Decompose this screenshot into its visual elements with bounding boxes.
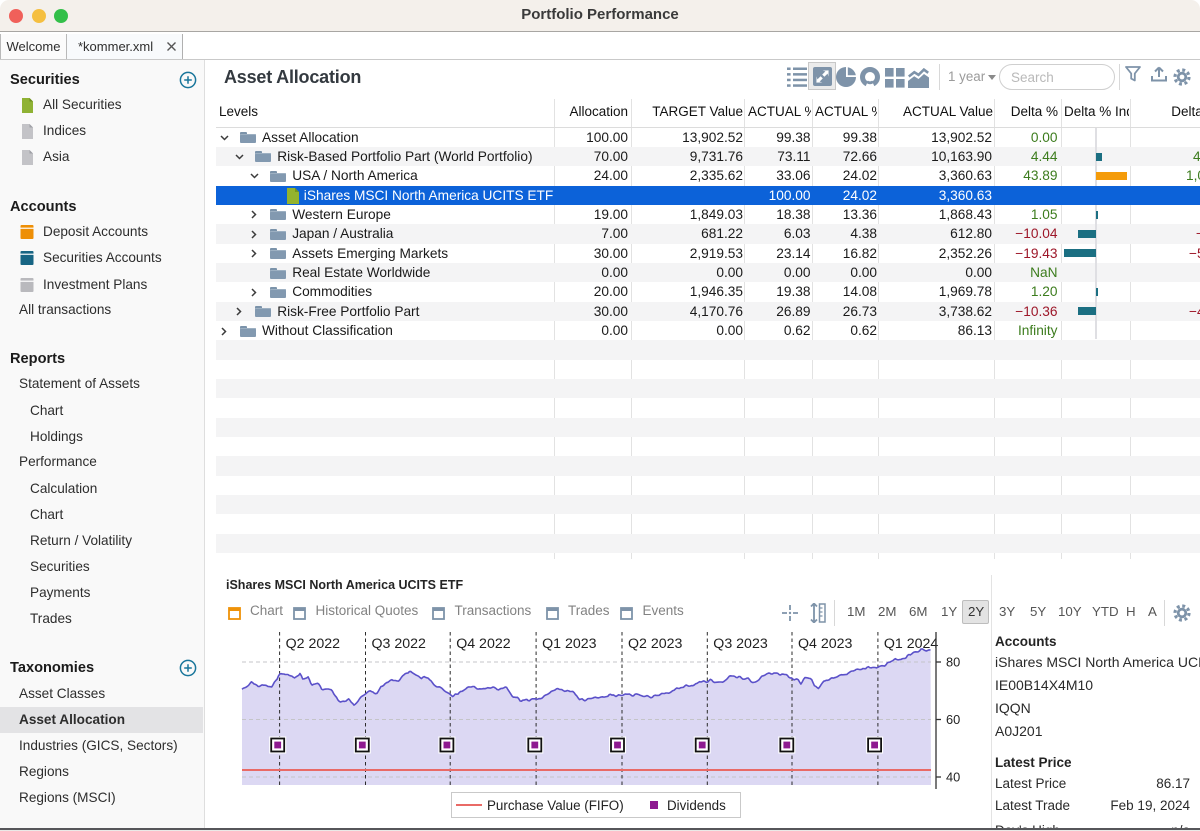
svg-text:60: 60 xyxy=(946,712,960,727)
svg-text:80: 80 xyxy=(946,655,960,670)
svg-text:Q2 2023: Q2 2023 xyxy=(628,636,683,652)
svg-text:Q4 2023: Q4 2023 xyxy=(798,636,853,652)
svg-text:Q4 2022: Q4 2022 xyxy=(456,636,511,652)
svg-text:Q1 2023: Q1 2023 xyxy=(542,636,597,652)
svg-text:Q2 2022: Q2 2022 xyxy=(286,636,341,652)
svg-text:Q3 2022: Q3 2022 xyxy=(372,636,427,652)
svg-text:Q3 2023: Q3 2023 xyxy=(713,636,768,652)
svg-text:40: 40 xyxy=(946,770,960,785)
